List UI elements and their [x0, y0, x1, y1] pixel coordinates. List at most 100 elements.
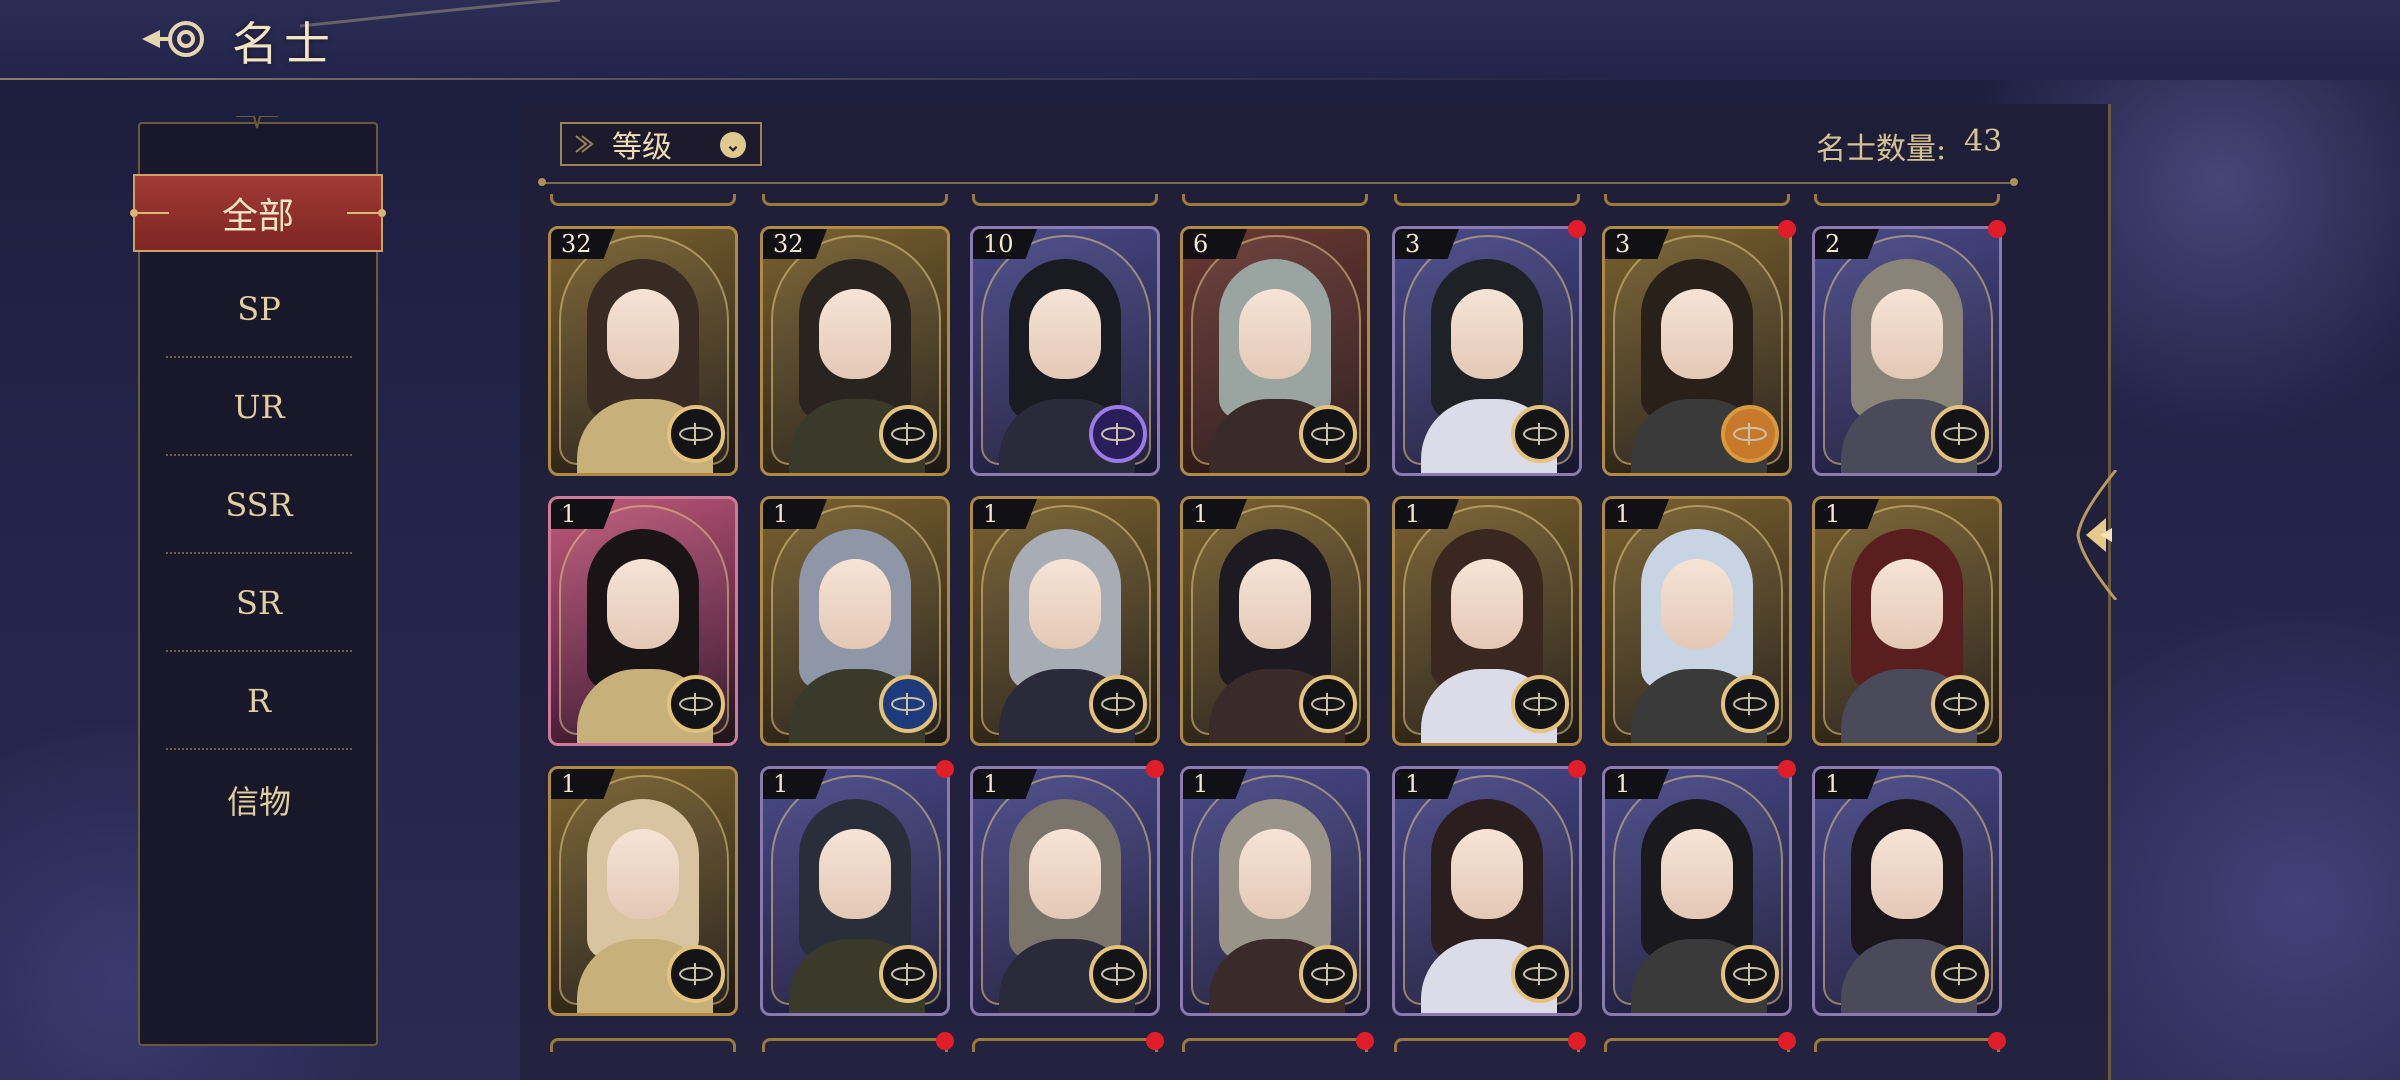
faction-emblem-icon [1089, 675, 1147, 733]
hero-card-partial [972, 194, 1158, 206]
notification-dot [1778, 220, 1796, 238]
hero-card[interactable]: 1 [760, 766, 950, 1016]
tab-left-ornament [130, 209, 169, 217]
category-tab-sp[interactable]: SP [166, 262, 352, 358]
hero-card[interactable]: 1 [1180, 766, 1370, 1016]
notification-dot [1568, 1032, 1586, 1050]
faction-emblem-icon [879, 945, 937, 1003]
notification-dot [1778, 1032, 1796, 1050]
hero-portrait [819, 559, 891, 649]
hero-card[interactable]: 1 [1812, 766, 2002, 1016]
faction-emblem-icon [1511, 675, 1569, 733]
hero-card-partial[interactable] [1604, 1038, 1790, 1052]
divider-end-dot [538, 178, 546, 186]
collapse-arrow-icon[interactable] [2072, 470, 2122, 600]
faction-emblem-icon [667, 945, 725, 1003]
hero-card-partial[interactable] [550, 1038, 736, 1052]
hero-portrait [1029, 289, 1101, 379]
faction-emblem-icon [1511, 945, 1569, 1003]
hero-card[interactable]: 2 [1812, 226, 2002, 476]
hero-card-partial [1604, 194, 1790, 206]
sort-label: 等级 [612, 130, 672, 165]
hero-card[interactable]: 32 [548, 226, 738, 476]
hero-portrait [607, 829, 679, 919]
sort-dropdown[interactable]: 等级 ⌄ [560, 122, 762, 166]
faction-emblem-icon [879, 405, 937, 463]
hero-card[interactable]: 1 [1392, 496, 1582, 746]
hero-card-partial [1182, 194, 1368, 206]
divider-end-dot [2010, 178, 2018, 186]
tab-right-ornament [347, 209, 386, 217]
faction-emblem-icon [1089, 405, 1147, 463]
hero-card-partial[interactable] [762, 1038, 948, 1052]
category-tab-ur[interactable]: UR [166, 360, 352, 456]
notification-dot [1568, 760, 1586, 778]
notification-dot [1988, 1032, 2006, 1050]
hero-portrait [1871, 829, 1943, 919]
hero-portrait [1451, 829, 1523, 919]
faction-emblem-icon [1299, 945, 1357, 1003]
hero-card[interactable]: 1 [970, 496, 1160, 746]
hero-portrait [1451, 289, 1523, 379]
category-tab-r[interactable]: R [166, 654, 352, 750]
notification-dot [1778, 760, 1796, 778]
faction-emblem-icon [1721, 945, 1779, 1003]
hero-card-partial[interactable] [1182, 1038, 1368, 1052]
hero-card[interactable]: 1 [548, 766, 738, 1016]
hero-count-label: 名士数量: [1816, 132, 1947, 167]
faction-emblem-icon [1089, 945, 1147, 1003]
faction-emblem-icon [1299, 675, 1357, 733]
notification-dot [936, 1032, 954, 1050]
sidebar-notch-decoration [236, 116, 278, 129]
hero-portrait [819, 289, 891, 379]
hero-card-partial [1394, 194, 1580, 206]
hero-card-partial [550, 194, 736, 206]
hero-portrait [1239, 559, 1311, 649]
notification-dot [1146, 760, 1164, 778]
hero-portrait [607, 559, 679, 649]
hero-card-partial [762, 194, 948, 206]
hero-portrait [1661, 289, 1733, 379]
hero-card-partial [1814, 194, 2000, 206]
hero-portrait [1029, 559, 1101, 649]
hero-card[interactable]: 1 [1812, 496, 2002, 746]
hero-portrait [1029, 829, 1101, 919]
notification-dot [1356, 1032, 1374, 1050]
hero-card-partial[interactable] [1814, 1038, 2000, 1052]
chevron-down-icon: ⌄ [720, 132, 746, 158]
hero-card[interactable]: 1 [760, 496, 950, 746]
hero-card-partial[interactable] [972, 1038, 1158, 1052]
faction-emblem-icon [667, 675, 725, 733]
hero-card[interactable]: 32 [760, 226, 950, 476]
hero-card[interactable]: 1 [1392, 766, 1582, 1016]
faction-emblem-icon [1931, 675, 1989, 733]
hero-card[interactable]: 3 [1602, 226, 1792, 476]
hero-card[interactable]: 1 [1602, 766, 1792, 1016]
hero-portrait [1451, 559, 1523, 649]
notification-dot [936, 760, 954, 778]
hero-card-partial[interactable] [1394, 1038, 1580, 1052]
hero-card[interactable]: 1 [1602, 496, 1792, 746]
hero-portrait [1239, 829, 1311, 919]
hero-card[interactable]: 1 [970, 766, 1160, 1016]
faction-emblem-icon [1511, 405, 1569, 463]
hero-portrait [607, 289, 679, 379]
hero-card[interactable]: 10 [970, 226, 1160, 476]
category-tab-all[interactable]: 全部 [130, 174, 386, 252]
category-tab-token[interactable]: 信物 [166, 752, 352, 848]
hero-card[interactable]: 3 [1392, 226, 1582, 476]
hero-portrait [1871, 559, 1943, 649]
category-tab-all-label: 全部 [221, 196, 294, 237]
back-cloud-icon[interactable] [138, 16, 218, 62]
faction-emblem-icon [1931, 945, 1989, 1003]
faction-emblem-icon [1721, 675, 1779, 733]
hero-card[interactable]: 1 [548, 496, 738, 746]
header-swoosh-decoration [300, 0, 560, 28]
panel-divider [542, 182, 2016, 184]
faction-emblem-icon [879, 675, 937, 733]
hero-card[interactable]: 6 [1180, 226, 1370, 476]
header-divider [0, 78, 2400, 80]
category-tab-ssr[interactable]: SSR [166, 458, 352, 554]
category-tab-sr[interactable]: SR [166, 556, 352, 652]
hero-card[interactable]: 1 [1180, 496, 1370, 746]
